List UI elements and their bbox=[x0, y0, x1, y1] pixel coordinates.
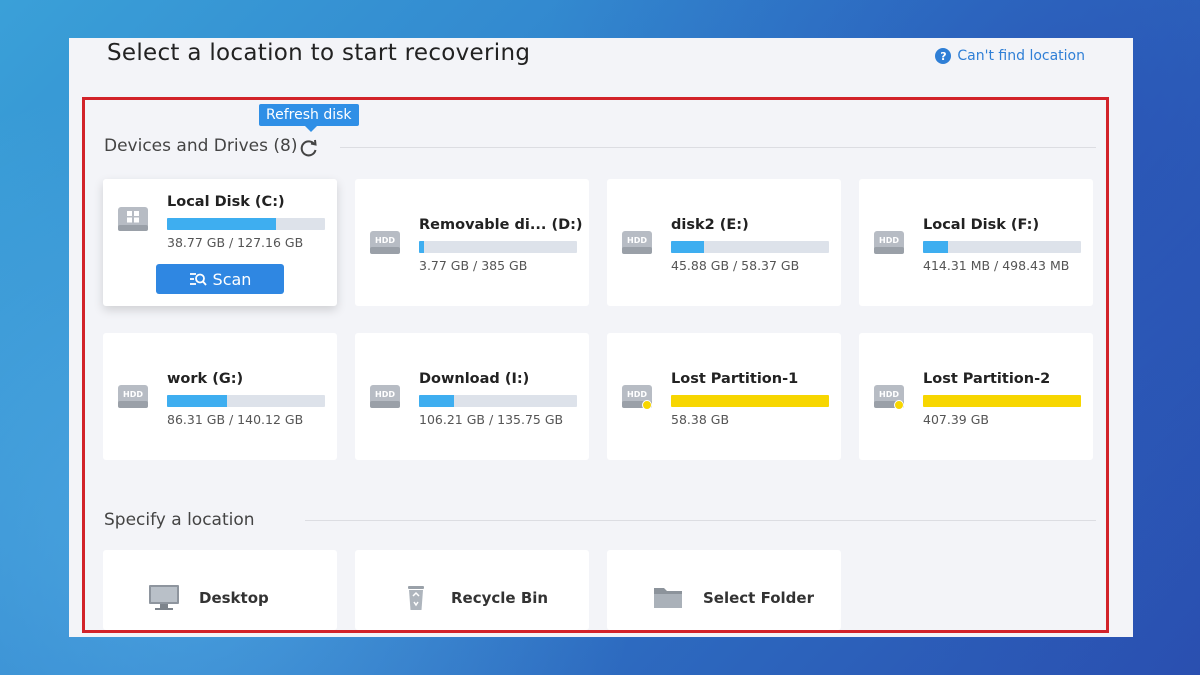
drive-usage-fill bbox=[167, 395, 228, 407]
devices-section-title: Devices and Drives (8) bbox=[104, 136, 298, 156]
svg-text:HDD: HDD bbox=[375, 236, 395, 245]
location-section-divider bbox=[305, 520, 1096, 521]
location-label: Desktop bbox=[199, 589, 269, 607]
hdd-icon: HDD bbox=[874, 231, 904, 254]
refresh-icon bbox=[300, 139, 317, 157]
drive-usage-bar bbox=[923, 395, 1081, 407]
location-label: Select Folder bbox=[703, 589, 814, 607]
scan-button-label: Scan bbox=[212, 269, 252, 289]
drive-usage-fill bbox=[419, 395, 454, 407]
drive-usage-bar bbox=[923, 241, 1081, 253]
drive-size: 414.31 MB / 498.43 MB bbox=[923, 258, 1070, 273]
hdd-icon: HDD bbox=[118, 385, 148, 408]
drive-card-c[interactable]: Local Disk (C:) 38.77 GB / 127.16 GB Sca… bbox=[103, 179, 337, 306]
drive-usage-bar bbox=[167, 218, 325, 230]
page-title: Select a location to start recovering bbox=[107, 40, 531, 66]
location-section-title: Specify a location bbox=[104, 510, 255, 530]
devices-section-divider bbox=[340, 147, 1096, 148]
svg-text:HDD: HDD bbox=[375, 390, 395, 399]
svg-text:HDD: HDD bbox=[879, 236, 899, 245]
drive-card-f[interactable]: HDD Local Disk (F:) 414.31 MB / 498.43 M… bbox=[859, 179, 1093, 306]
location-card-select-folder[interactable]: Select Folder bbox=[607, 550, 841, 630]
drive-name: Local Disk (C:) bbox=[167, 194, 285, 210]
drive-name: Lost Partition-1 bbox=[671, 371, 799, 387]
svg-text:HDD: HDD bbox=[879, 390, 899, 399]
drive-card-i[interactable]: HDD Download (I:) 106.21 GB / 135.75 GB bbox=[355, 333, 589, 460]
drive-name: Lost Partition-2 bbox=[923, 371, 1051, 387]
drive-usage-bar bbox=[671, 241, 829, 253]
drive-name: disk2 (E:) bbox=[671, 217, 749, 233]
drive-name: Removable di... (D:) bbox=[419, 217, 583, 233]
hdd-icon: HDD bbox=[370, 231, 400, 254]
help-icon: ? bbox=[935, 48, 952, 64]
svg-text:HDD: HDD bbox=[627, 390, 647, 399]
monitor-icon bbox=[149, 585, 179, 610]
drive-usage-fill bbox=[671, 395, 829, 407]
hdd-icon: HDD bbox=[622, 231, 652, 254]
drive-usage-fill bbox=[923, 241, 949, 253]
refresh-disk-button[interactable] bbox=[298, 137, 320, 159]
drive-card-lost-partition-2[interactable]: HDD Lost Partition-2 407.39 GB bbox=[859, 333, 1093, 460]
drive-size: 407.39 GB bbox=[923, 412, 989, 427]
lost-partition-hdd-icon: HDD bbox=[622, 385, 652, 410]
drive-usage-fill bbox=[419, 241, 424, 253]
windows-drive-icon bbox=[118, 207, 148, 231]
drive-card-g[interactable]: HDD work (G:) 86.31 GB / 140.12 GB bbox=[103, 333, 337, 460]
location-card-recycle-bin[interactable]: Recycle Bin bbox=[355, 550, 589, 630]
scan-button[interactable]: Scan bbox=[156, 264, 284, 294]
hdd-icon: HDD bbox=[370, 385, 400, 408]
drive-usage-fill bbox=[167, 218, 277, 230]
drive-name: Download (I:) bbox=[419, 371, 530, 387]
lost-partition-hdd-icon: HDD bbox=[874, 385, 904, 410]
drive-size: 3.77 GB / 385 GB bbox=[419, 258, 528, 273]
svg-text:HDD: HDD bbox=[123, 390, 143, 399]
drive-size: 38.77 GB / 127.16 GB bbox=[167, 235, 304, 250]
drive-usage-fill bbox=[671, 241, 705, 253]
cant-find-location-link[interactable]: ? Can't find location bbox=[935, 48, 1085, 64]
refresh-disk-tooltip: Refresh disk bbox=[259, 104, 359, 132]
recycle-bin-icon bbox=[408, 586, 424, 610]
drive-usage-fill bbox=[923, 395, 1081, 407]
drive-size: 58.38 GB bbox=[671, 412, 730, 427]
svg-text:HDD: HDD bbox=[627, 236, 647, 245]
location-card-desktop[interactable]: Desktop bbox=[103, 550, 337, 630]
drive-usage-bar bbox=[167, 395, 325, 407]
drive-card-lost-partition-1[interactable]: HDD Lost Partition-1 58.38 GB bbox=[607, 333, 841, 460]
drive-usage-bar bbox=[419, 395, 577, 407]
drive-size: 106.21 GB / 135.75 GB bbox=[419, 412, 564, 427]
location-label: Recycle Bin bbox=[451, 589, 549, 607]
folder-icon bbox=[654, 588, 682, 608]
scan-icon bbox=[189, 273, 207, 286]
drive-name: Local Disk (F:) bbox=[923, 217, 1040, 233]
drive-card-d[interactable]: HDD Removable di... (D:) 3.77 GB / 385 G… bbox=[355, 179, 589, 306]
drive-size: 45.88 GB / 58.37 GB bbox=[671, 258, 800, 273]
drive-size: 86.31 GB / 140.12 GB bbox=[167, 412, 304, 427]
help-link-label: Can't find location bbox=[957, 48, 1085, 64]
drive-usage-bar bbox=[419, 241, 577, 253]
drive-card-e[interactable]: HDD disk2 (E:) 45.88 GB / 58.37 GB bbox=[607, 179, 841, 306]
drive-name: work (G:) bbox=[167, 371, 244, 387]
drive-usage-bar bbox=[671, 395, 829, 407]
